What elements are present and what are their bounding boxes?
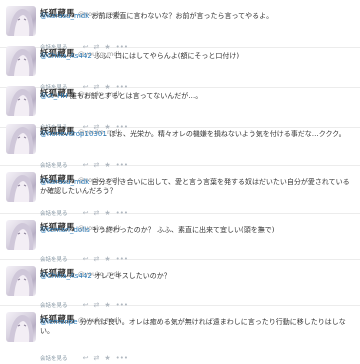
retweet-icon[interactable]: ⇄: [93, 354, 99, 363]
tweet-item[interactable]: 妖狐蔵馬 @youko_mdk @Chika_As442 オレとキスしたいのか？ …: [0, 260, 360, 309]
tweet-text: @Chika_As442 ふふ、口にはしてやらんよ(額にそっと口付け): [40, 52, 356, 61]
tweet-item[interactable]: 妖狐蔵馬 @youko_mdk @lemonpe 分かれば良い。オレは癒める気が無…: [0, 306, 360, 363]
mention-link[interactable]: @Chika_As442: [40, 272, 92, 280]
tweet-body: ふふ、口にはしてやらんよ(額にそっと口付け): [91, 52, 240, 60]
tweet-item[interactable]: 妖狐蔵馬 @youko_mdk @temari_dolls もう終わったのか？ ふ…: [0, 214, 360, 263]
tweet-text: @Chika_As442 オレとキスしたいのか？: [40, 272, 356, 281]
avatar[interactable]: [6, 266, 36, 296]
timeline: 妖狐蔵馬 @youko_mdk @karasu_mdk お前は素直に言わないな？お…: [0, 0, 360, 363]
tweet-body: お前は素直に言わないな？お前が言ったら言ってやるよ。: [89, 12, 274, 20]
avatar[interactable]: [6, 172, 36, 202]
favorite-icon[interactable]: ★: [104, 354, 110, 363]
view-conversation-link[interactable]: 会話を見る: [40, 356, 68, 362]
tweet-text: @temari_dolls もう終わったのか？ ふふ、素直に出来て宜しい(頭を撫…: [40, 226, 356, 235]
avatar[interactable]: [6, 312, 36, 342]
mention-link[interactable]: @honevdrop10301: [40, 130, 107, 138]
tweet-item[interactable]: 妖狐蔵馬 @youko_mdk @karasu_mdk 自分を引き合いに出して、愛…: [0, 166, 360, 217]
tweet-body: 分かれば良い。オレは癒める気が無ければ遠まわしに言ったり行動に移したりはしない。: [40, 318, 346, 335]
reply-icon[interactable]: ↩: [83, 354, 89, 363]
avatar[interactable]: [6, 86, 36, 116]
mention-link[interactable]: @temari_dolls: [40, 226, 90, 234]
mention-link[interactable]: @Chika_As442: [40, 52, 92, 60]
avatar[interactable]: [6, 6, 36, 36]
tweet-item[interactable]: 妖狐蔵馬 @youko_mdk @honevdrop10301 ほぉ、光栄か。精々…: [0, 118, 360, 169]
tweet-body: 誰もお前とするとは言ってないんだが…。: [67, 92, 203, 100]
mention-link[interactable]: @karasu_mdk: [40, 178, 89, 186]
avatar[interactable]: [6, 46, 36, 76]
avatar[interactable]: [6, 124, 36, 154]
tweet-text: @ct_HH 誰もお前とするとは言ってないんだが…。: [40, 92, 356, 101]
tweet-body: ほぉ、光栄か。精々オレの機嫌を損ねないよう気を付ける事だな…ククク。: [106, 130, 346, 138]
tweet-body: もう終わったのか？ ふふ、素直に出来て宜しい(頭を撫で): [89, 226, 275, 234]
tweet-text: @lemonpe 分かれば良い。オレは癒める気が無ければ遠まわしに言ったり行動に…: [40, 318, 356, 336]
tweet-text: @karasu_mdk お前は素直に言わないな？お前が言ったら言ってやるよ。: [40, 12, 356, 21]
tweet-text: @karasu_mdk 自分を引き合いに出して、愛と言う言葉を発する奴はだいたい…: [40, 178, 356, 196]
mention-link[interactable]: @ct_HH: [40, 92, 68, 100]
tweet-body: オレとキスしたいのか？: [91, 272, 171, 280]
mention-link[interactable]: @karasu_mdk: [40, 12, 89, 20]
tweet-text: @honevdrop10301 ほぉ、光栄か。精々オレの機嫌を損ねないよう気を付…: [40, 130, 356, 139]
more-icon[interactable]: •••: [116, 354, 128, 363]
avatar[interactable]: [6, 220, 36, 250]
mention-link[interactable]: @lemonpe: [40, 318, 78, 326]
